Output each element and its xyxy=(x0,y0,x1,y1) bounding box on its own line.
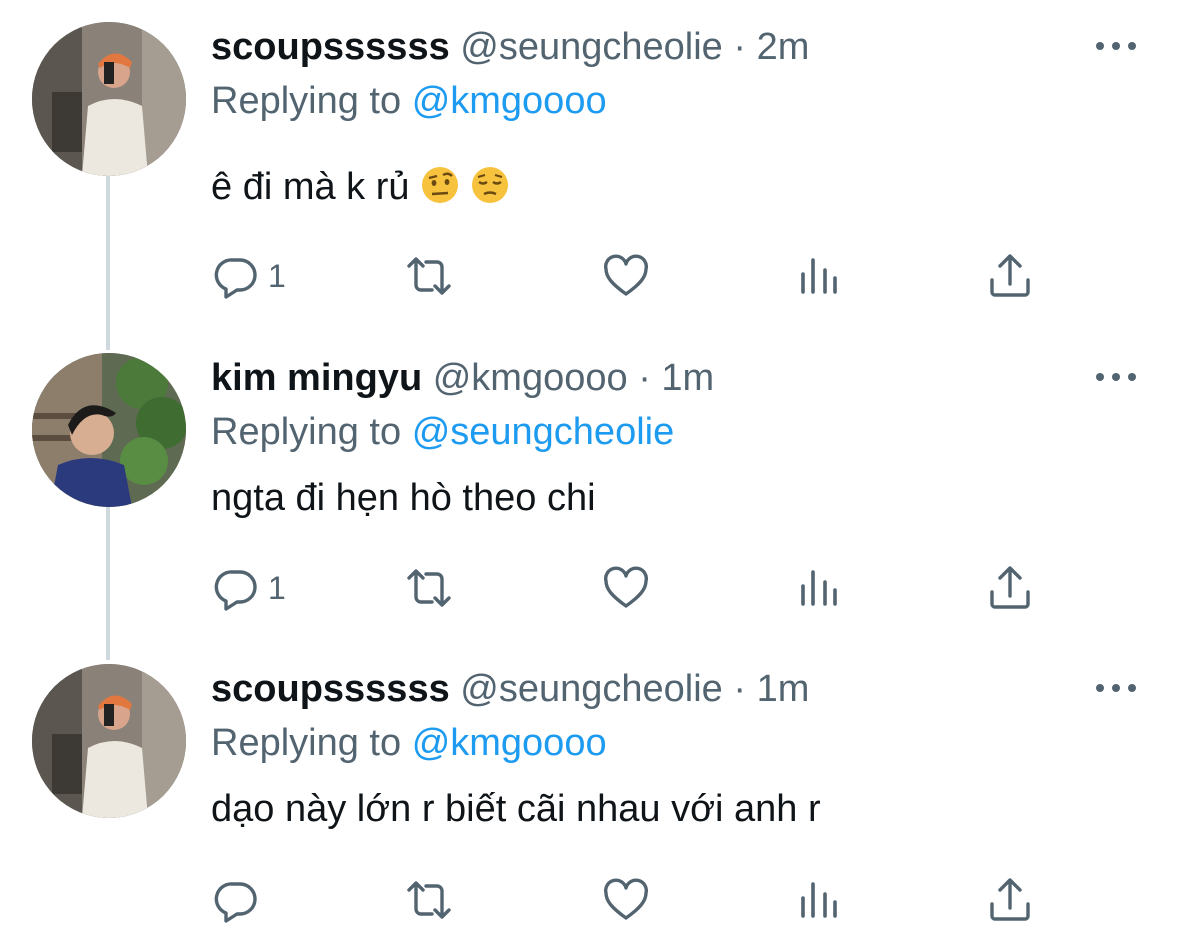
more-icon[interactable] xyxy=(1096,678,1136,698)
tweet-actions: 1 xyxy=(0,558,1179,618)
reply-icon xyxy=(214,882,257,923)
replying-to-link[interactable]: @kmgoooo xyxy=(412,80,607,122)
reply-button[interactable]: 1 xyxy=(212,558,286,618)
replying-to-link[interactable]: @kmgoooo xyxy=(412,722,607,764)
like-button[interactable] xyxy=(602,870,650,930)
retweet-button[interactable] xyxy=(405,870,453,930)
avatar[interactable] xyxy=(32,664,186,818)
analytics-icon xyxy=(801,258,837,294)
retweet-icon xyxy=(407,569,451,607)
retweet-icon xyxy=(407,881,451,919)
tweet-3[interactable]: scoupssssss @seungcheolie · 1m Replying … xyxy=(0,664,1179,927)
reply-icon xyxy=(214,570,257,611)
tweet-header: scoupssssss @seungcheolie · 1m xyxy=(211,664,809,714)
share-button[interactable] xyxy=(986,246,1034,306)
like-icon xyxy=(604,566,648,608)
replying-to-link[interactable]: @seungcheolie xyxy=(412,411,675,453)
avatar-image xyxy=(32,353,186,507)
tweet-2[interactable]: kim mingyu @kmgoooo · 1m Replying to @se… xyxy=(0,353,1179,653)
tweet-header: scoupssssss @seungcheolie · 2m xyxy=(211,22,809,72)
analytics-button[interactable] xyxy=(795,558,843,618)
user-handle[interactable]: @kmgoooo xyxy=(433,357,628,399)
avatar[interactable] xyxy=(32,22,186,176)
replying-to: Replying to @kmgoooo xyxy=(211,718,607,768)
more-icon[interactable] xyxy=(1096,367,1136,387)
retweet-button[interactable] xyxy=(405,558,453,618)
share-icon xyxy=(990,254,1030,297)
tweet-text: ngta đi hẹn hò theo chi xyxy=(211,473,596,523)
avatar[interactable] xyxy=(32,353,186,507)
timestamp[interactable]: 1m xyxy=(661,357,714,399)
user-handle[interactable]: @seungcheolie xyxy=(460,668,723,710)
separator-dot: · xyxy=(733,26,747,68)
like-icon xyxy=(604,878,648,920)
more-icon[interactable] xyxy=(1096,36,1136,56)
analytics-icon xyxy=(801,570,837,606)
share-button[interactable] xyxy=(986,558,1034,618)
share-icon xyxy=(990,878,1030,921)
timestamp[interactable]: 1m xyxy=(757,668,810,710)
tweet-actions xyxy=(0,870,1179,930)
display-name[interactable]: scoupssssss xyxy=(211,668,450,710)
like-button[interactable] xyxy=(602,246,650,306)
separator-dot: · xyxy=(638,357,651,399)
replying-prefix: Replying to xyxy=(211,411,402,453)
timestamp[interactable]: 2m xyxy=(757,26,810,68)
tweet-1[interactable]: scoupssssss @seungcheolie · 2m Replying … xyxy=(0,22,1179,322)
pensive-face-icon xyxy=(470,165,510,205)
reply-button[interactable] xyxy=(212,870,268,930)
face-with-raised-eyebrow-icon xyxy=(420,165,460,205)
analytics-button[interactable] xyxy=(795,246,843,306)
tweet-header: kim mingyu @kmgoooo · 1m xyxy=(211,353,714,403)
avatar-image xyxy=(32,664,186,818)
like-button[interactable] xyxy=(602,558,650,618)
tweet-actions: 1 xyxy=(0,246,1179,306)
reply-count: 1 xyxy=(268,257,286,294)
replying-to: Replying to @kmgoooo xyxy=(211,76,607,126)
display-name[interactable]: kim mingyu xyxy=(211,357,422,399)
replying-to: Replying to @seungcheolie xyxy=(211,407,674,457)
tweet-text: ê đi mà k rủ xyxy=(211,162,510,212)
retweet-icon xyxy=(407,257,451,295)
separator-dot: · xyxy=(733,668,747,710)
reply-count: 1 xyxy=(268,569,286,606)
tweet-text-content: ngta đi hẹn hò theo chi xyxy=(211,477,596,519)
reply-button[interactable]: 1 xyxy=(212,246,286,306)
like-icon xyxy=(604,254,648,296)
tweet-text-content: dạo này lớn r biết cãi nhau với anh r xyxy=(211,788,821,830)
replying-prefix: Replying to xyxy=(211,722,402,764)
user-handle[interactable]: @seungcheolie xyxy=(460,26,723,68)
share-button[interactable] xyxy=(986,870,1034,930)
share-icon xyxy=(990,566,1030,609)
display-name[interactable]: scoupssssss xyxy=(211,26,450,68)
tweet-text-content: ê đi mà k rủ xyxy=(211,166,410,208)
analytics-button[interactable] xyxy=(795,870,843,930)
replying-prefix: Replying to xyxy=(211,80,402,122)
retweet-button[interactable] xyxy=(405,246,453,306)
analytics-icon xyxy=(801,882,837,918)
avatar-image xyxy=(32,22,186,176)
tweet-text: dạo này lớn r biết cãi nhau với anh r xyxy=(211,784,821,834)
reply-icon xyxy=(214,258,257,299)
